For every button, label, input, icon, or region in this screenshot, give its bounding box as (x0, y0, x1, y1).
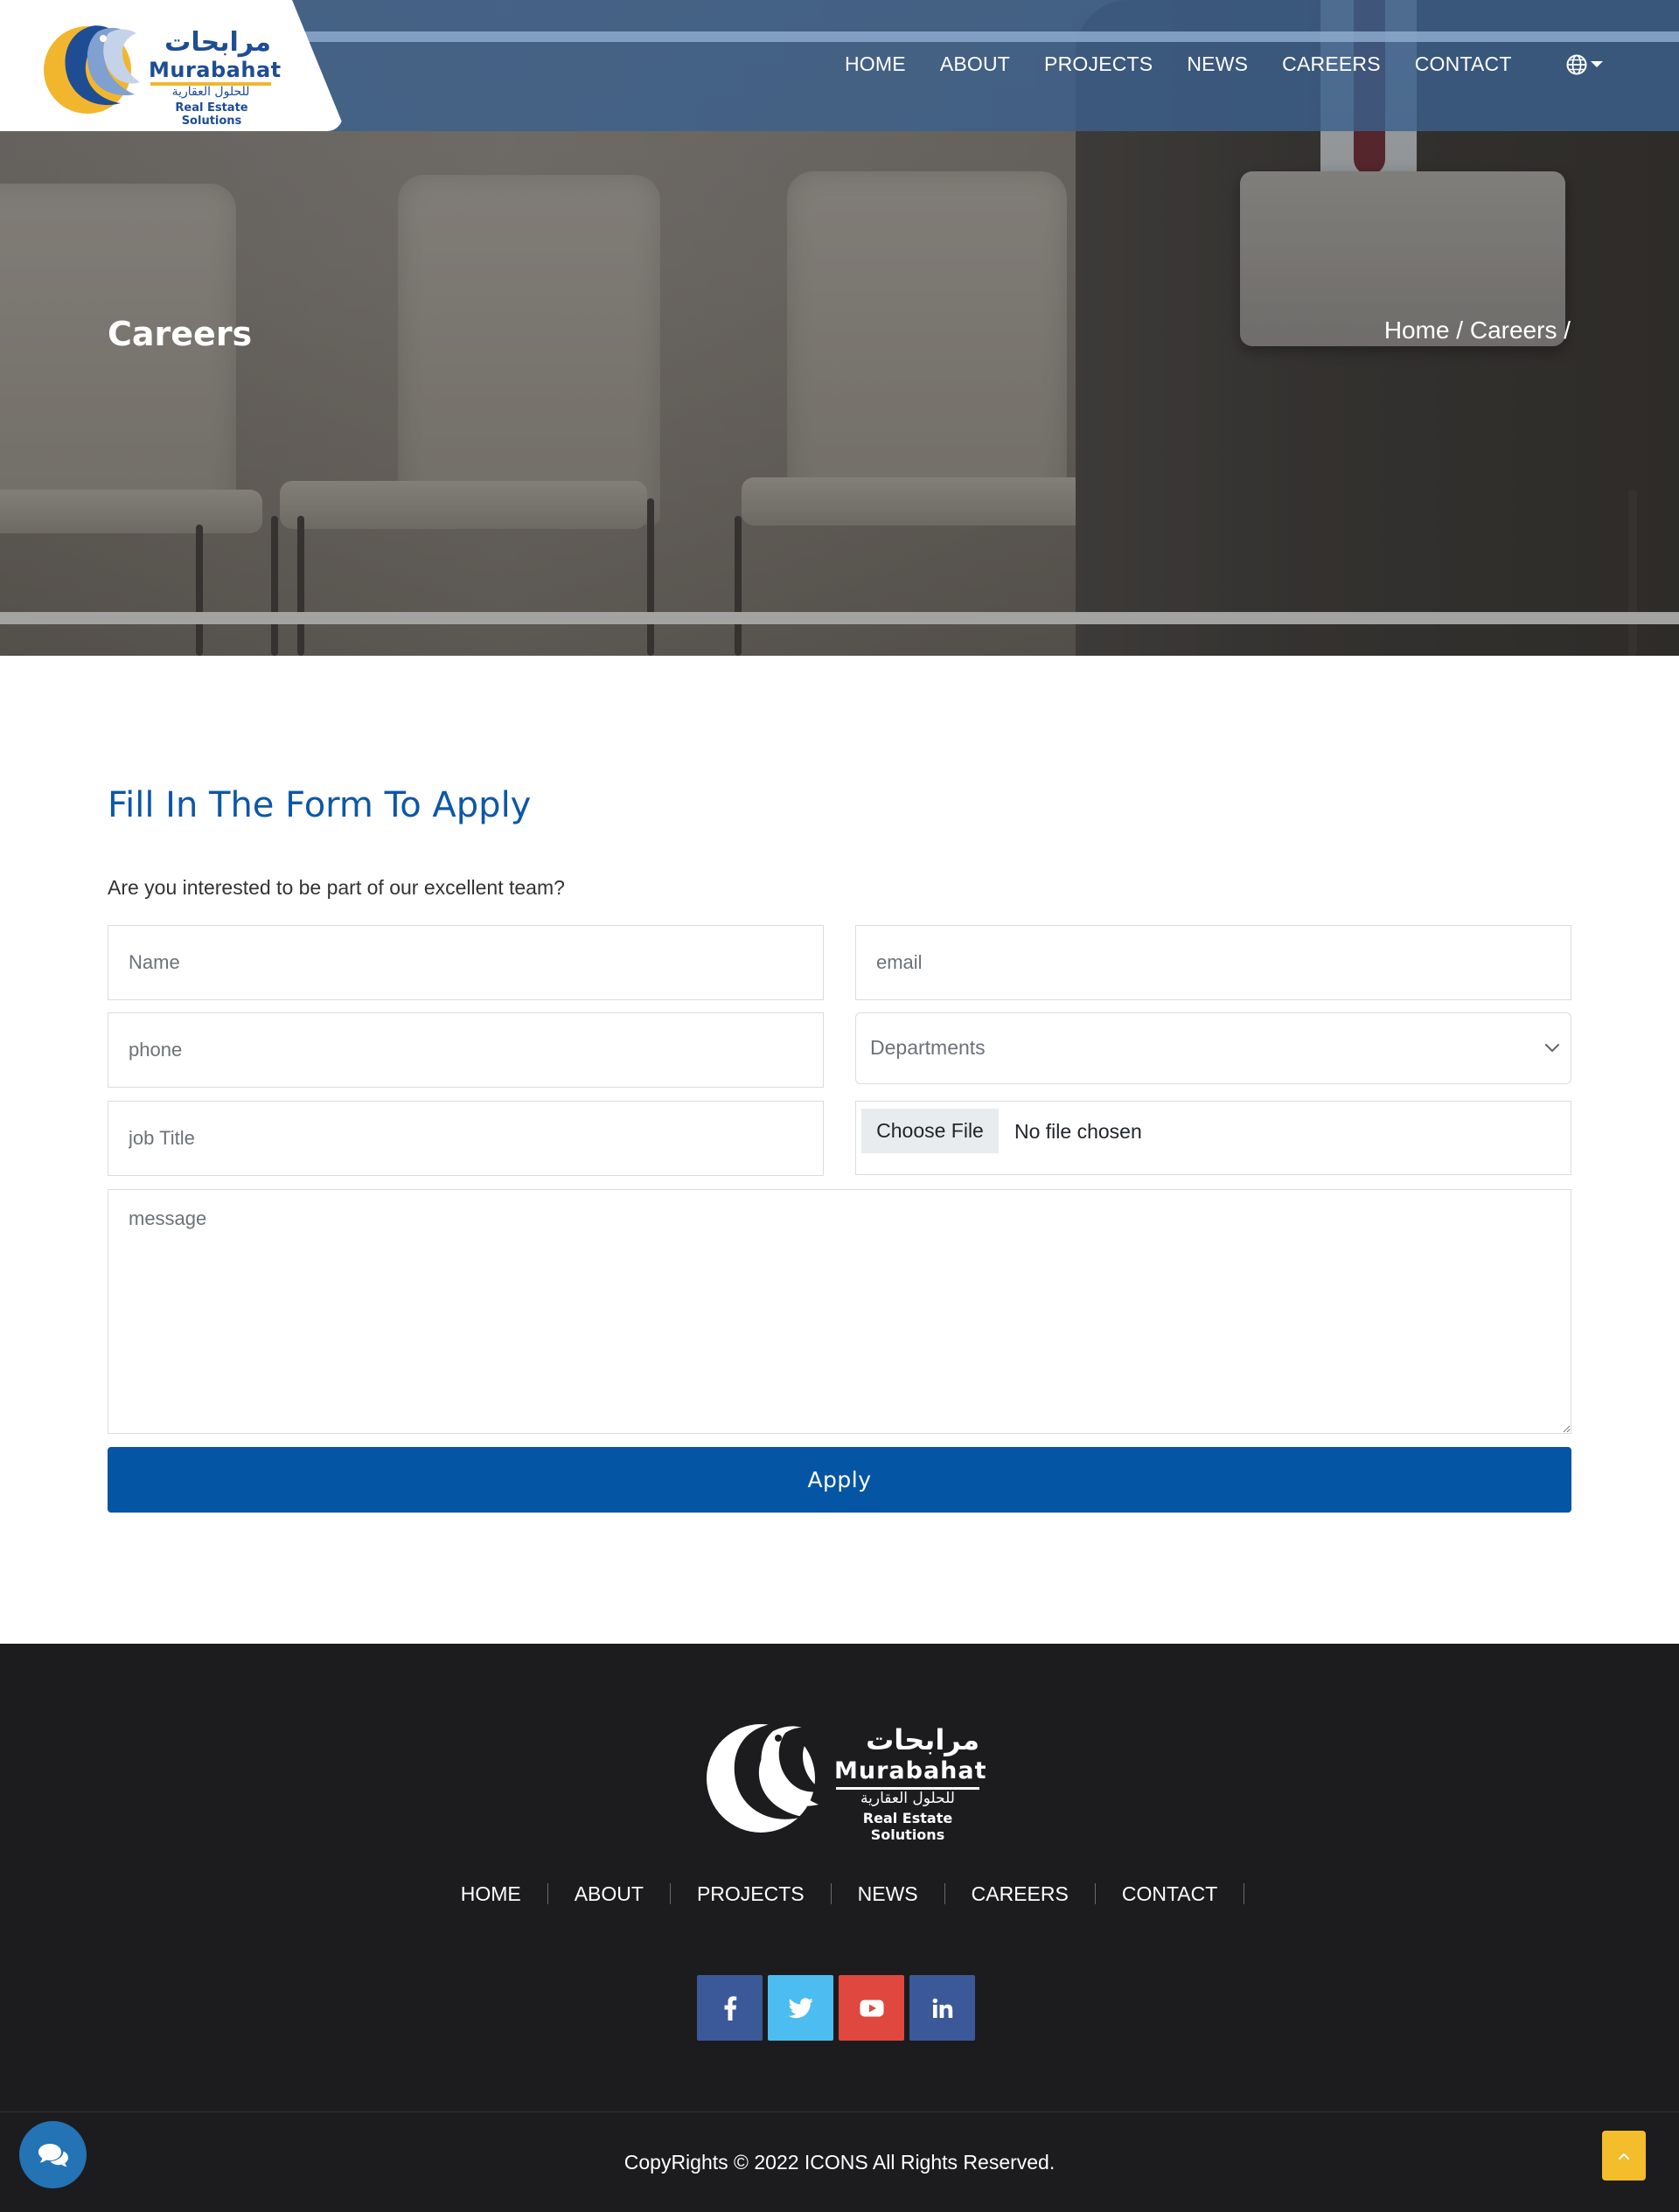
footer-divider (0, 2111, 1679, 2112)
logo-tagline: Real Estate Solutions (175, 101, 248, 128)
linkedin-icon (932, 1998, 952, 2018)
form-heading: Fill In The Form To Apply (108, 785, 532, 825)
twitter-button[interactable] (768, 1975, 833, 2041)
footer-logo-arabic-name: مرابحات (866, 1723, 979, 1756)
chat-bubbles-icon (38, 2143, 68, 2167)
footer-logo-arabic-tagline: للحلول العقارية (860, 1790, 955, 1807)
message-field[interactable] (108, 1189, 1571, 1434)
eagle-logo-icon (44, 25, 140, 114)
hero-divider (0, 612, 1679, 624)
nav-item-home[interactable]: HOME (845, 51, 906, 77)
youtube-button[interactable] (839, 1975, 904, 2041)
nav-item-projects[interactable]: PROJECTS (1044, 51, 1153, 77)
eagle-logo-icon (707, 1724, 822, 1833)
logo-arabic-name: مرابحات (164, 27, 271, 58)
footer-logo[interactable]: مرابحات Murabahat للحلول العقارية Real E… (703, 1708, 986, 1843)
nav-item-contact[interactable]: CONTACT (1415, 51, 1512, 77)
footer-nav-contact[interactable]: CONTACT (1096, 1882, 1244, 1906)
footer-nav-home[interactable]: HOME (435, 1882, 547, 1906)
social-links (697, 1975, 975, 2041)
caret-down-icon (1591, 61, 1603, 67)
facebook-icon (724, 1995, 736, 2021)
main-nav: HOME ABOUT PROJECTS NEWS CAREERS CONTACT (845, 51, 1546, 77)
linkedin-button[interactable] (909, 1975, 975, 2041)
footer-nav-about[interactable]: ABOUT (548, 1882, 670, 1906)
twitter-icon (788, 1997, 812, 2018)
nav-item-careers[interactable]: CAREERS (1282, 51, 1381, 77)
copyright-text: CopyRights © 2022 ICONS All Rights Reser… (624, 2151, 1055, 2174)
language-switcher[interactable] (1565, 52, 1609, 77)
globe-icon (1566, 54, 1587, 75)
footer-nav-projects[interactable]: PROJECTS (671, 1882, 831, 1906)
job-title-field[interactable] (108, 1101, 824, 1176)
nav-item-news[interactable]: NEWS (1187, 51, 1248, 77)
form-intro: Are you interested to be part of our exc… (108, 876, 565, 899)
chevron-up-icon (1619, 2153, 1629, 2160)
cv-file-input: Choose File No file chosen (855, 1101, 1571, 1175)
breadcrumb-text[interactable]: Home / Careers / (1384, 316, 1571, 344)
departments-select-value: Departments (870, 1036, 986, 1059)
choose-file-button[interactable]: Choose File (861, 1109, 999, 1153)
breadcrumb: Home / Careers / (1384, 316, 1571, 344)
chevron-down-icon (1545, 1044, 1559, 1052)
footer-logo-english-name: Murabahat (834, 1757, 987, 1784)
footer-nav-news[interactable]: NEWS (832, 1882, 944, 1906)
phone-field[interactable] (108, 1012, 824, 1088)
nav-item-about[interactable]: ABOUT (940, 51, 1010, 77)
apply-button[interactable]: Apply (108, 1447, 1571, 1513)
page-title: Careers (108, 315, 253, 353)
scroll-top-button[interactable] (1602, 2131, 1646, 2181)
logo-container[interactable]: مرابحات Murabahat للحلول العقارية Real E… (0, 0, 343, 131)
footer-nav-careers[interactable]: CAREERS (945, 1882, 1095, 1906)
facebook-button[interactable] (697, 1975, 763, 2041)
departments-select[interactable]: Departments (855, 1012, 1571, 1084)
footer-logo-tagline: Real Estate Solutions (862, 1810, 953, 1843)
chat-button[interactable] (19, 2121, 87, 2188)
name-field[interactable] (108, 925, 824, 1000)
footer-nav: HOME ABOUT PROJECTS NEWS CAREERS CONTACT (0, 1882, 1679, 1906)
youtube-icon (860, 2000, 883, 2016)
logo-english-name: Murabahat (149, 58, 282, 82)
logo-arabic-tagline: للحلول العقارية (171, 85, 250, 99)
file-status: No file chosen (1014, 1120, 1142, 1143)
email-field[interactable] (855, 925, 1571, 1000)
